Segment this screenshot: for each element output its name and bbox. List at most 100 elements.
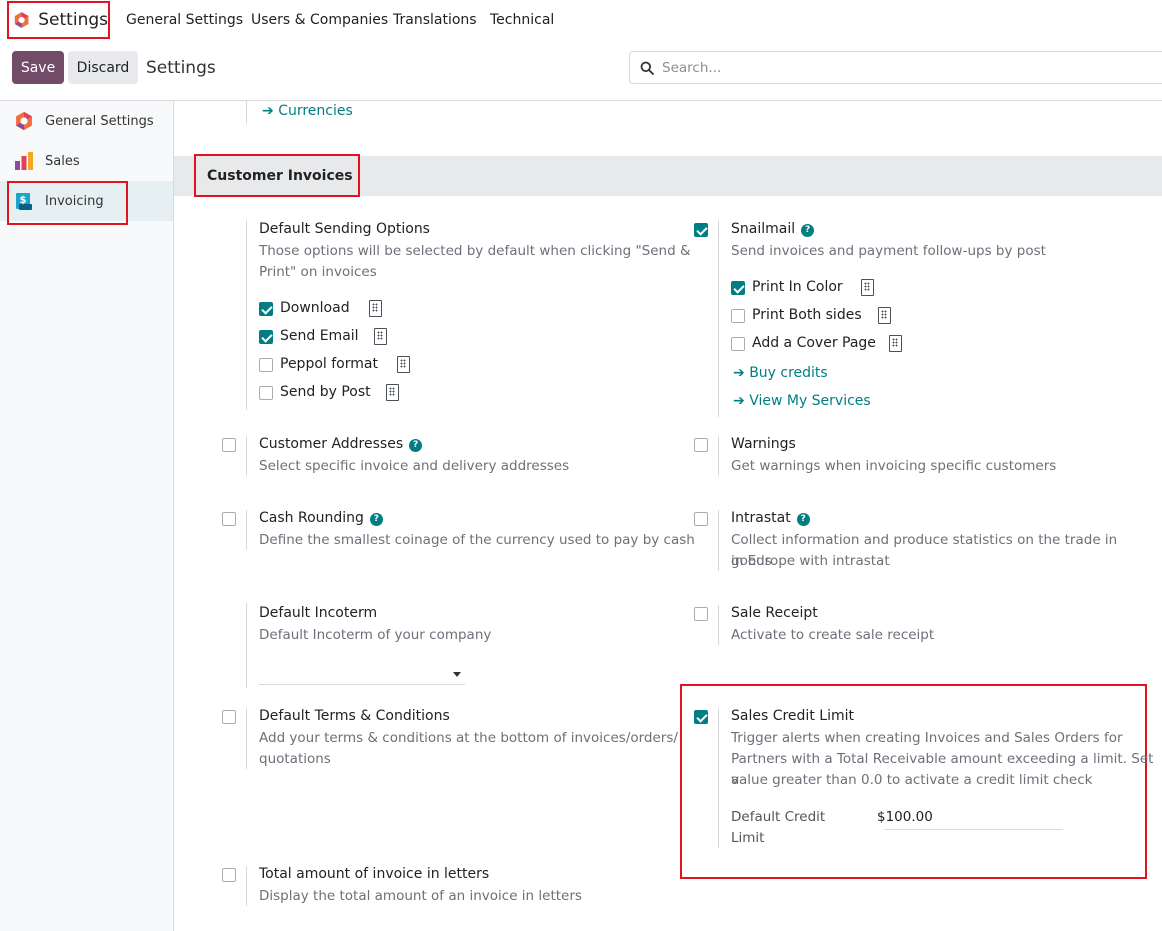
sidebar-item-label: General Settings: [45, 113, 154, 129]
discard-button[interactable]: Discard: [68, 51, 138, 84]
total-in-letters-desc: Display the total amount of an invoice i…: [259, 888, 582, 904]
intrastat-desc-2: in Europe with intrastat: [731, 553, 890, 569]
default-incoterm-desc: Default Incoterm of your company: [259, 627, 492, 643]
download-label: Download: [280, 300, 350, 316]
divider: [246, 708, 247, 769]
cash-rounding-desc: Define the smallest coinage of the curre…: [259, 532, 695, 548]
intrastat-title: Intrastat?: [731, 510, 810, 526]
currencies-link[interactable]: ➔ Currencies: [262, 103, 353, 119]
cash-rounding-checkbox[interactable]: [222, 512, 236, 526]
divider: [246, 436, 247, 476]
default-terms-title: Default Terms & Conditions: [259, 708, 450, 724]
peppol-format-label: Peppol format: [280, 356, 378, 372]
buy-credits-link[interactable]: ➔ Buy credits: [733, 365, 828, 381]
sidebar-item-general-settings[interactable]: General Settings: [0, 101, 173, 141]
sales-credit-limit-desc-3: value greater than 0.0 to activate a cre…: [731, 772, 1093, 788]
section-title: Customer Invoices: [194, 154, 360, 197]
help-icon[interactable]: ?: [369, 513, 383, 526]
sale-receipt-desc: Activate to create sale receipt: [731, 627, 935, 643]
search-input[interactable]: [662, 59, 1142, 76]
sales-credit-limit-checkbox[interactable]: [694, 710, 708, 724]
sidebar-item-sales[interactable]: Sales: [0, 141, 173, 181]
send-email-label: Send Email: [280, 328, 359, 344]
sales-credit-limit-title: Sales Credit Limit: [731, 708, 854, 724]
company-building-icon: [374, 328, 387, 345]
cash-rounding-title-text: Cash Rounding: [259, 510, 364, 526]
company-building-icon: [397, 356, 410, 373]
header-divider: [0, 100, 1162, 101]
print-in-color-checkbox[interactable]: [731, 281, 745, 295]
company-building-icon: [861, 279, 874, 296]
search-bar[interactable]: [629, 51, 1162, 84]
total-in-letters-checkbox[interactable]: [222, 868, 236, 882]
divider: [718, 708, 719, 848]
odoo-logo-icon: [16, 111, 32, 131]
app-title: Settings: [38, 10, 108, 30]
save-button[interactable]: Save: [12, 51, 64, 84]
view-my-services-link[interactable]: ➔ View My Services: [733, 393, 871, 409]
customer-addresses-title: Customer Addresses?: [259, 436, 423, 452]
divider: [246, 866, 247, 906]
peppol-format-checkbox[interactable]: [259, 358, 273, 372]
send-by-post-checkbox[interactable]: [259, 386, 273, 400]
breadcrumb: Settings: [146, 58, 216, 78]
send-by-post-label: Send by Post: [280, 384, 371, 400]
chevron-down-icon: [453, 672, 461, 677]
top-navbar: Settings General Settings Users & Compan…: [0, 0, 1162, 40]
help-icon[interactable]: ?: [796, 513, 810, 526]
snailmail-title-text: Snailmail: [731, 221, 796, 237]
divider: [246, 220, 247, 410]
print-both-sides-checkbox[interactable]: [731, 309, 745, 323]
view-my-services-label: View My Services: [749, 393, 871, 409]
incoterm-select[interactable]: [259, 684, 465, 685]
sale-receipt-checkbox[interactable]: [694, 607, 708, 621]
credit-limit-underline: [884, 829, 1063, 830]
customer-addresses-desc: Select specific invoice and delivery add…: [259, 458, 570, 474]
default-credit-limit-label-2: Limit: [731, 830, 765, 846]
divider: [718, 605, 719, 645]
company-building-icon: [369, 300, 382, 317]
help-icon[interactable]: ?: [801, 224, 815, 237]
print-both-sides-label: Print Both sides: [752, 307, 862, 323]
company-building-icon: [878, 307, 891, 324]
help-icon[interactable]: ?: [409, 439, 423, 452]
currencies-link-label: Currencies: [278, 103, 353, 119]
snailmail-checkbox[interactable]: [694, 223, 708, 237]
warnings-desc: Get warnings when invoicing specific cus…: [731, 458, 1057, 474]
sale-receipt-title: Sale Receipt: [731, 605, 818, 621]
default-sending-desc: Those options will be selected by defaul…: [259, 243, 691, 259]
default-terms-desc: Add your terms & conditions at the botto…: [259, 730, 678, 746]
divider: [246, 101, 247, 124]
odoo-logo-icon: [14, 12, 29, 28]
menu-translations[interactable]: Translations: [393, 0, 477, 40]
sales-credit-limit-desc: Trigger alerts when creating Invoices an…: [731, 730, 1123, 746]
snailmail-desc: Send invoices and payment follow-ups by …: [731, 243, 1046, 259]
divider: [718, 436, 719, 476]
default-sending-title: Default Sending Options: [259, 221, 430, 237]
divider: [718, 220, 719, 417]
default-credit-limit-field[interactable]: $100.00: [877, 809, 933, 825]
download-checkbox[interactable]: [259, 302, 273, 316]
intrastat-title-text: Intrastat: [731, 510, 791, 526]
cash-rounding-title: Cash Rounding?: [259, 510, 383, 526]
print-in-color-label: Print In Color: [752, 279, 843, 295]
default-sending-desc-2: Print" on invoices: [259, 264, 377, 280]
warnings-checkbox[interactable]: [694, 438, 708, 452]
intrastat-checkbox[interactable]: [694, 512, 708, 526]
default-incoterm-title: Default Incoterm: [259, 605, 378, 621]
search-icon: [640, 61, 654, 75]
company-building-icon: [889, 335, 902, 352]
default-terms-desc-2: quotations: [259, 751, 331, 767]
add-cover-page-checkbox[interactable]: [731, 337, 745, 351]
add-cover-page-label: Add a Cover Page: [752, 335, 876, 351]
default-credit-limit-label: Default Credit: [731, 809, 826, 825]
menu-technical[interactable]: Technical: [490, 0, 554, 40]
app-brand[interactable]: Settings: [7, 1, 110, 39]
buy-credits-label: Buy credits: [749, 365, 828, 381]
menu-users-companies[interactable]: Users & Companies: [251, 0, 388, 40]
customer-addresses-checkbox[interactable]: [222, 438, 236, 452]
send-email-checkbox[interactable]: [259, 330, 273, 344]
menu-general-settings[interactable]: General Settings: [126, 0, 243, 40]
default-terms-checkbox[interactable]: [222, 710, 236, 724]
total-in-letters-title: Total amount of invoice in letters: [259, 866, 490, 882]
